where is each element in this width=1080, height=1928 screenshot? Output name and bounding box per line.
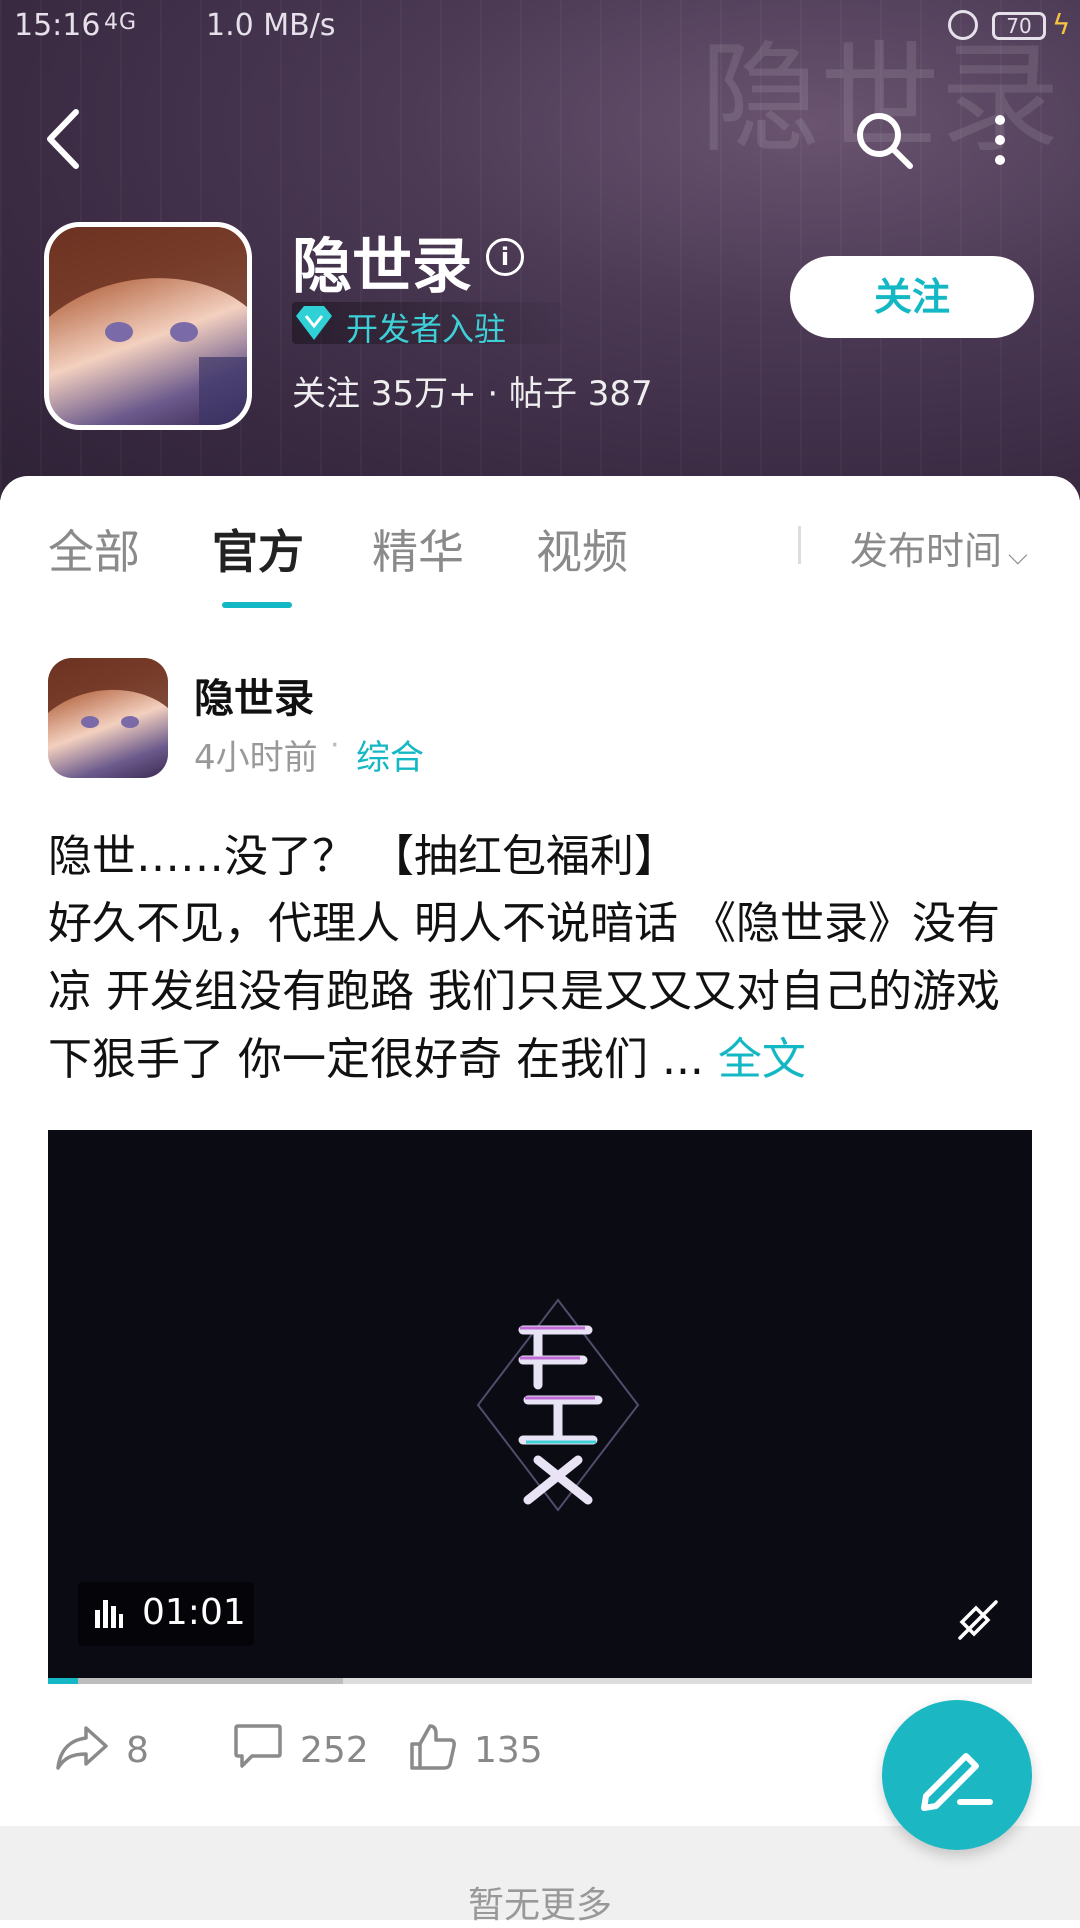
status-time: 15:16 [14, 8, 101, 43]
post-body[interactable]: 好久不见，代理人 明人不说暗话 《隐世录》没有凉 开发组没有跑路 我们只是又又又… [48, 890, 1038, 1094]
network-speed: 1.0 MB/s [206, 8, 336, 43]
like-count: 135 [474, 1730, 543, 1771]
forum-stats: 关注 35万+ · 帖子 387 [292, 374, 653, 414]
comment-icon [234, 1724, 282, 1768]
video-progress-fill [48, 1678, 78, 1684]
signal-icon: 4G [104, 10, 138, 35]
forum-header: 隐世录 15:16 4G 1.0 MB/s 70 ϟ 隐世录 i 开发者入驻 关… [0, 0, 1080, 500]
mute-icon[interactable] [952, 1594, 1002, 1644]
video-progress-bar[interactable] [48, 1678, 1032, 1684]
tab-official[interactable]: 官方 [212, 516, 304, 582]
app-icon [44, 222, 252, 430]
chevron-down-icon: ⌵ [1008, 541, 1028, 571]
more-options-icon[interactable] [980, 108, 1020, 172]
no-more-text: 暂无更多 [467, 1885, 612, 1926]
developer-badge: 开发者入驻 [292, 302, 562, 348]
active-tab-indicator [222, 602, 292, 608]
developer-badge-label: 开发者入驻 [346, 310, 507, 348]
create-post-button[interactable] [882, 1700, 1032, 1850]
video-duration: 01:01 [142, 1592, 246, 1633]
sort-dropdown[interactable]: 发布时间 ⌵ [850, 520, 1028, 575]
audio-bars-icon [95, 1600, 123, 1628]
post-category[interactable]: 综合 [356, 730, 424, 779]
battery-icon: 70 [992, 12, 1046, 40]
video-duration-badge: 01:01 [78, 1582, 254, 1646]
post-title[interactable]: 隐世……没了？ 【抽红包福利】 [48, 820, 678, 884]
post-time: 4小时前 [194, 738, 318, 778]
thumbs-up-icon [410, 1724, 456, 1770]
separator-dot: · [330, 728, 340, 763]
post-author-name[interactable]: 隐世录 [194, 666, 314, 724]
comment-count: 252 [300, 1730, 369, 1771]
follow-button[interactable]: 关注 [790, 256, 1034, 338]
video-buffer-fill [48, 1678, 344, 1684]
share-count: 8 [126, 1730, 149, 1771]
read-more-link[interactable]: 全文 [718, 1034, 806, 1085]
share-icon [56, 1726, 108, 1770]
tab-featured[interactable]: 精华 [372, 516, 464, 582]
video-player[interactable]: 01:01 [48, 1130, 1032, 1678]
status-bar: 15:16 4G 1.0 MB/s 70 ϟ [0, 0, 1080, 52]
game-logo-icon [476, 1298, 640, 1512]
divider [798, 526, 801, 564]
tab-bar: 全部 官方 精华 视频 发布时间 ⌵ [0, 476, 1080, 608]
sort-label: 发布时间 [850, 529, 1003, 573]
app-title: 隐世录 [292, 232, 472, 302]
back-arrow-icon[interactable] [40, 104, 90, 174]
tab-all[interactable]: 全部 [48, 516, 140, 582]
charging-icon: ϟ [1052, 8, 1071, 41]
search-icon[interactable] [852, 108, 916, 172]
info-icon[interactable]: i [486, 238, 524, 276]
diamond-icon [296, 306, 332, 340]
post-author-avatar[interactable] [48, 658, 168, 778]
pen-icon [921, 1753, 993, 1811]
lock-icon [948, 10, 978, 40]
post-body-text: 好久不见，代理人 明人不说暗话 《隐世录》没有凉 开发组没有跑路 我们只是又又又… [48, 898, 1000, 1085]
tab-video[interactable]: 视频 [536, 516, 628, 582]
